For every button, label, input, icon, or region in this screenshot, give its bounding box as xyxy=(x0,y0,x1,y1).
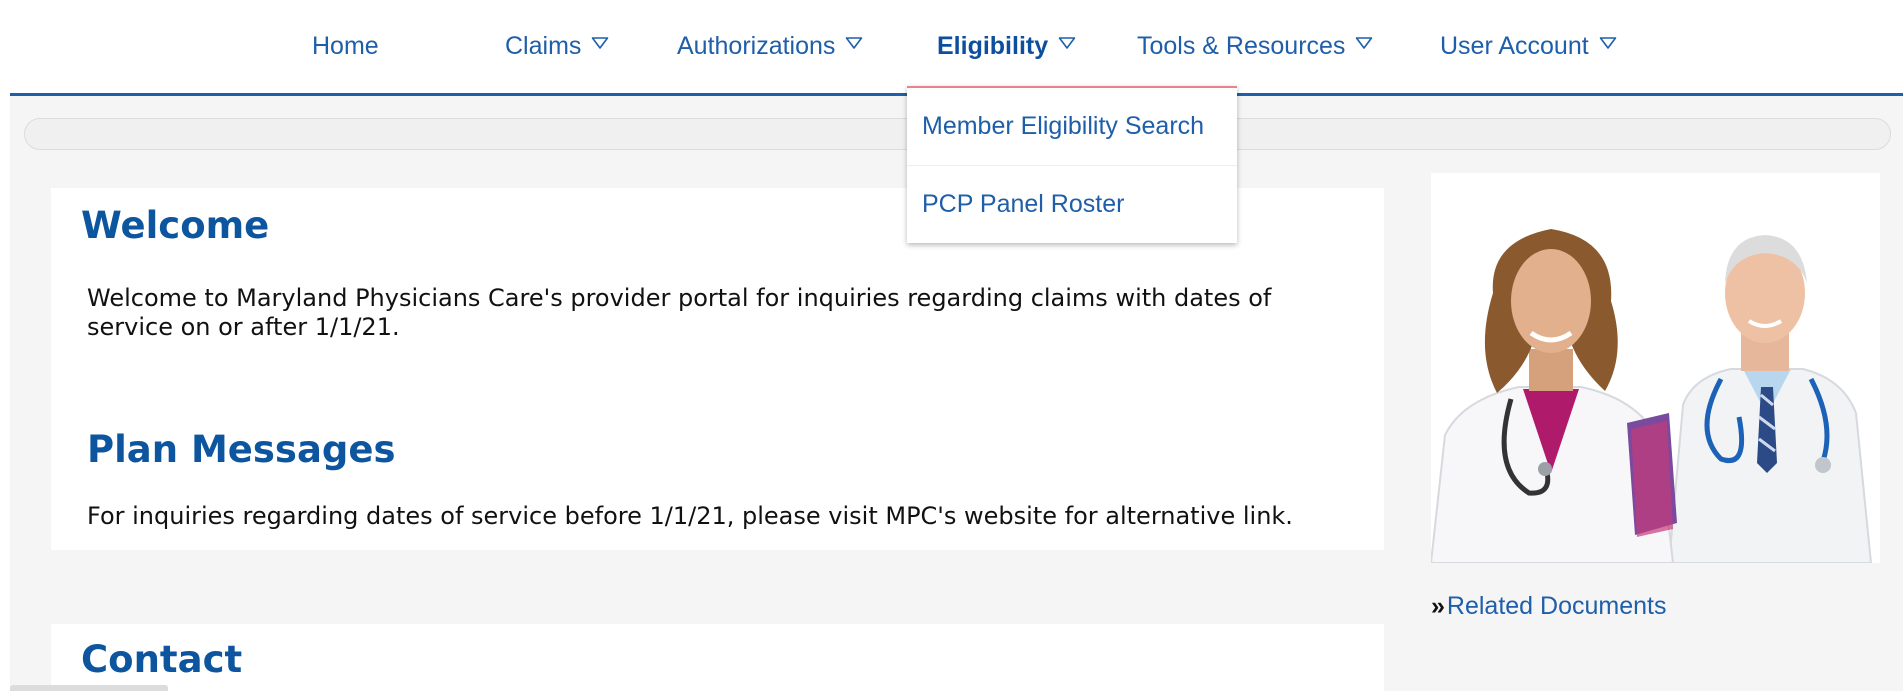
caret-down-icon xyxy=(1599,36,1617,50)
plan-messages-text: For inquiries regarding dates of service… xyxy=(87,502,1293,530)
plan-messages-title: Plan Messages xyxy=(87,428,396,471)
nav-claims-label: Claims xyxy=(505,32,582,60)
welcome-text-line-1: Welcome to Maryland Physicians Care's pr… xyxy=(87,284,1272,312)
nav-authorizations-label: Authorizations xyxy=(677,32,836,60)
menu-item-member-eligibility-search[interactable]: Member Eligibility Search xyxy=(907,88,1237,165)
nav-authorizations[interactable]: Authorizations xyxy=(677,0,863,93)
doctors-photo xyxy=(1429,173,1880,564)
related-documents-label: Related Documents xyxy=(1446,592,1667,620)
nav-user-account[interactable]: User Account xyxy=(1440,0,1617,93)
caret-down-icon xyxy=(591,36,609,50)
nav-eligibility[interactable]: Eligibility xyxy=(937,0,1076,93)
nav-home[interactable]: Home xyxy=(312,0,379,93)
double-chevron-icon: » xyxy=(1431,592,1445,620)
nav-claims[interactable]: Claims xyxy=(505,0,609,93)
contact-title: Contact xyxy=(81,638,243,681)
caret-down-icon xyxy=(845,36,863,50)
nav-home-label: Home xyxy=(312,32,379,60)
nav-user-account-label: User Account xyxy=(1440,32,1589,60)
related-documents-link[interactable]: »Related Documents xyxy=(1431,592,1666,621)
caret-down-icon xyxy=(1058,36,1076,50)
caret-down-icon xyxy=(1355,36,1373,50)
contact-panel: Contact xyxy=(51,624,1384,691)
welcome-text-line-2: service on or after 1/1/21. xyxy=(87,313,400,341)
horizontal-scrollbar[interactable] xyxy=(10,685,168,691)
menu-item-label: PCP Panel Roster xyxy=(922,190,1125,218)
nav-tools-resources[interactable]: Tools & Resources xyxy=(1137,0,1373,93)
menu-item-label: Member Eligibility Search xyxy=(922,112,1205,140)
menu-item-pcp-panel-roster[interactable]: PCP Panel Roster xyxy=(907,165,1237,243)
top-nav: Home Claims Authorizations Eligibility T… xyxy=(10,0,1903,96)
eligibility-dropdown: Member Eligibility Search PCP Panel Rost… xyxy=(907,86,1237,243)
welcome-title: Welcome xyxy=(81,204,270,247)
nav-eligibility-label: Eligibility xyxy=(937,32,1049,60)
nav-tools-resources-label: Tools & Resources xyxy=(1137,32,1346,60)
